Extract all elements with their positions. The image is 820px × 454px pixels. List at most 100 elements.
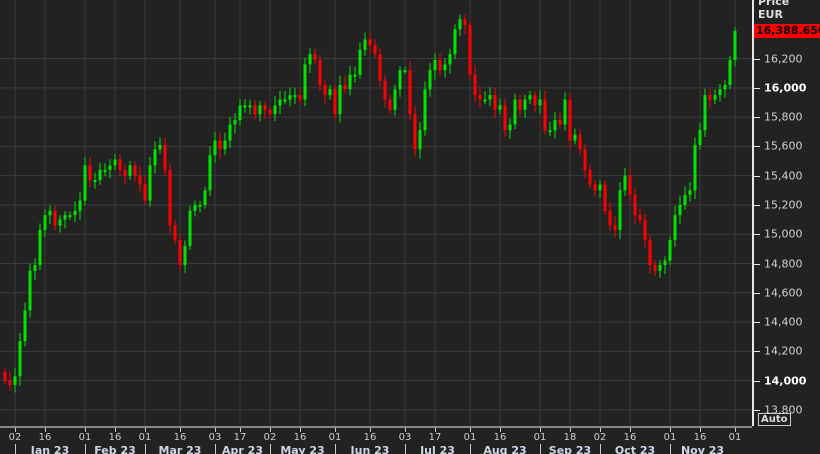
candle-down	[298, 95, 302, 100]
y-tick	[754, 409, 760, 411]
candle-up	[423, 89, 427, 131]
candle-up	[58, 219, 62, 226]
candle-up	[683, 194, 687, 205]
month-separator	[215, 444, 216, 454]
candle-up	[718, 89, 722, 96]
month-label: Aug 23	[483, 444, 527, 454]
candle-up	[43, 215, 47, 230]
candle-down	[163, 144, 167, 170]
price-axis[interactable]: Price EUR 16,388.650 13,800 14,000 14,200 1…	[752, 0, 820, 426]
candle-up	[13, 376, 17, 386]
candle-up	[183, 245, 187, 265]
candle-up	[243, 105, 247, 108]
candle-down	[638, 215, 642, 220]
y-tick-label: 14,000	[764, 374, 807, 388]
y-tick	[754, 117, 760, 119]
y-tick	[754, 175, 760, 177]
x-tick-label: 16	[623, 432, 637, 443]
month-separator	[405, 444, 406, 454]
y-tick-label: 16,200	[764, 52, 803, 66]
candle-up	[98, 169, 102, 181]
x-tick-label: 16	[363, 432, 377, 443]
candle-up	[158, 144, 162, 150]
candle-up	[693, 144, 697, 191]
candle-up	[208, 155, 212, 191]
month-separator	[145, 444, 146, 454]
candle-up	[538, 99, 542, 106]
candle-down	[343, 84, 347, 90]
candle-down	[568, 99, 572, 141]
y-tick	[754, 204, 760, 206]
candle-up	[78, 200, 82, 211]
candle-down	[518, 99, 522, 110]
candle-up	[673, 215, 677, 241]
y-tick-label: 16,000	[764, 81, 807, 95]
x-tick-label: 17	[428, 432, 442, 443]
month-label: Sep 23	[548, 444, 592, 454]
candle-up	[348, 74, 352, 90]
candle-up	[273, 105, 277, 115]
candle-up	[403, 70, 407, 73]
y-tick-label: 14,400	[764, 315, 803, 329]
candle-up	[103, 169, 107, 172]
x-tick-label: 01	[663, 432, 677, 443]
candle-down	[378, 54, 382, 81]
candle-up	[728, 60, 732, 85]
candle-down	[603, 184, 607, 211]
candle-down	[543, 99, 547, 131]
candle-up	[148, 165, 152, 201]
candle-up	[93, 180, 97, 183]
candlestick-plot[interactable]	[0, 0, 752, 426]
candle-down	[473, 74, 477, 96]
y-tick-label: 15,000	[764, 227, 803, 241]
month-label: Jul 23	[420, 444, 455, 454]
x-tick-label: 02	[8, 432, 22, 443]
candle-down	[173, 225, 177, 241]
chart-window: Price EUR 16,388.650 13,800 14,000 14,200 1…	[0, 0, 820, 454]
x-tick-label: 01	[533, 432, 547, 443]
candle-up	[458, 19, 462, 30]
x-tick-label: 16	[293, 432, 307, 443]
month-separator	[85, 444, 86, 454]
candle-down	[318, 60, 322, 85]
candle-down	[643, 219, 647, 241]
candle-down	[143, 184, 147, 201]
currency-label: EUR	[758, 8, 783, 21]
candle-down	[178, 240, 182, 265]
candle-up	[153, 149, 157, 166]
candle-down	[438, 60, 442, 71]
auto-scale-button[interactable]: Auto	[758, 413, 791, 426]
candle-down	[333, 89, 337, 115]
candle-up	[698, 130, 702, 145]
candle-up	[573, 134, 577, 141]
candle-down	[118, 159, 122, 170]
candle-down	[413, 114, 417, 150]
candle-up	[668, 240, 672, 261]
month-label: Mar 23	[158, 444, 202, 454]
candle-up	[508, 124, 512, 131]
candle-up	[733, 30, 737, 61]
y-tick	[754, 234, 760, 236]
candle-up	[288, 95, 292, 100]
x-tick-label: 02	[263, 432, 277, 443]
candle-down	[3, 371, 7, 381]
candle-down	[633, 194, 637, 216]
candle-up	[453, 29, 457, 55]
candle-up	[663, 260, 667, 265]
candle-up	[703, 95, 707, 131]
month-separator	[270, 444, 271, 454]
candle-up	[68, 215, 72, 218]
y-tick-label: 15,800	[764, 110, 803, 124]
candle-up	[618, 190, 622, 230]
candle-down	[588, 169, 592, 185]
month-label: Oct 23	[614, 444, 656, 454]
month-separator	[15, 444, 16, 454]
candle-down	[613, 225, 617, 230]
time-axis[interactable]: 02 16 01 16 01 16 03 17 02 16 01 16 03 17 01 16 01 18 02 16…	[0, 426, 752, 454]
y-tick-label: 15,600	[764, 139, 803, 153]
month-label: May 23	[280, 444, 325, 454]
x-tick-label: 02	[593, 432, 607, 443]
candle-up	[193, 204, 197, 211]
y-tick	[754, 58, 760, 60]
month-separator	[670, 444, 671, 454]
